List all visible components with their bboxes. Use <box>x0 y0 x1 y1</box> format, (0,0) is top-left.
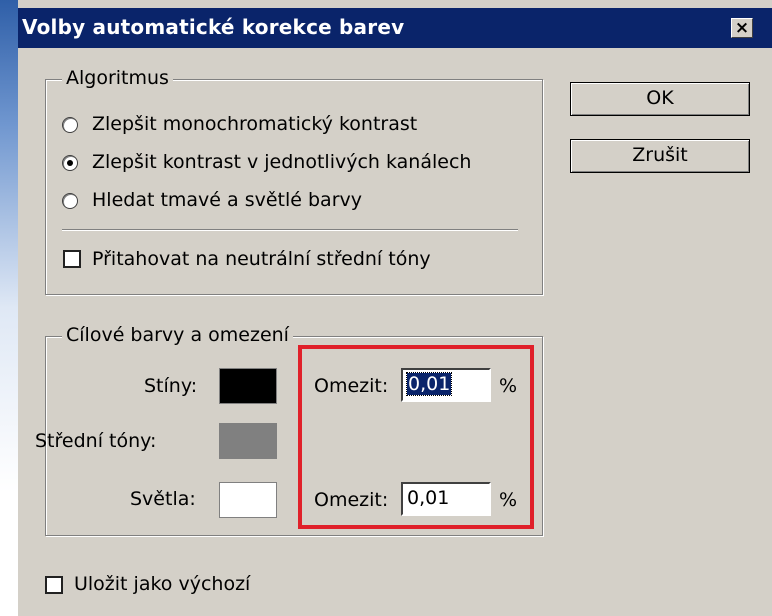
radio-per-channel-control[interactable] <box>62 155 78 171</box>
algorithm-legend: Algoritmus <box>62 67 173 89</box>
highlights-clip-value[interactable]: 0,01 <box>407 487 449 509</box>
radio-monochromatic-control[interactable] <box>62 117 78 133</box>
shadows-clip-unit: % <box>499 375 518 397</box>
snap-neutral-label[interactable]: Přitahovat na neutrální střední tóny <box>92 248 431 270</box>
highlights-color-swatch[interactable] <box>219 482 277 518</box>
highlights-clip-unit: % <box>499 489 518 511</box>
shadows-color-swatch[interactable] <box>219 368 277 404</box>
highlights-clip-label: Omezit: <box>314 489 389 511</box>
midtones-color-swatch[interactable] <box>219 423 277 459</box>
shadows-label: Stíny: <box>144 375 198 397</box>
radio-dark-light-label[interactable]: Hledat tmavé a světlé barvy <box>92 189 362 211</box>
cancel-button[interactable]: Zrušit <box>570 139 750 173</box>
algorithm-separator <box>62 229 518 231</box>
save-default-label[interactable]: Uložit jako výchozí <box>74 573 250 595</box>
shadows-clip-label: Omezit: <box>314 375 389 397</box>
radio-dot <box>67 160 73 166</box>
radio-dark-light-control[interactable] <box>62 193 78 209</box>
radio-monochromatic-label[interactable]: Zlepšit monochromatický kontrast <box>92 113 417 135</box>
target-colors-legend: Cílové barvy a omezení <box>62 324 293 346</box>
window-title: Volby automatické korekce barev <box>22 15 405 39</box>
radio-per-channel-label[interactable]: Zlepšit kontrast v jednotlivých kanálech <box>92 151 471 173</box>
close-button[interactable]: × <box>731 18 753 38</box>
snap-neutral-check[interactable] <box>63 250 81 268</box>
shadows-clip-input[interactable]: 0,01 <box>401 368 491 402</box>
highlights-label: Světla: <box>130 488 196 510</box>
save-default-check[interactable] <box>45 576 63 594</box>
highlights-clip-input[interactable]: 0,01 <box>401 482 491 516</box>
dialog-window: Volby automatické korekce barev × Algori… <box>18 0 772 616</box>
title-bar[interactable]: Volby automatické korekce barev × <box>18 8 772 48</box>
shadows-clip-value[interactable]: 0,01 <box>405 372 453 396</box>
background-strip <box>0 0 18 616</box>
midtones-label: Střední tóny: <box>35 430 157 452</box>
ok-button[interactable]: OK <box>570 82 750 116</box>
